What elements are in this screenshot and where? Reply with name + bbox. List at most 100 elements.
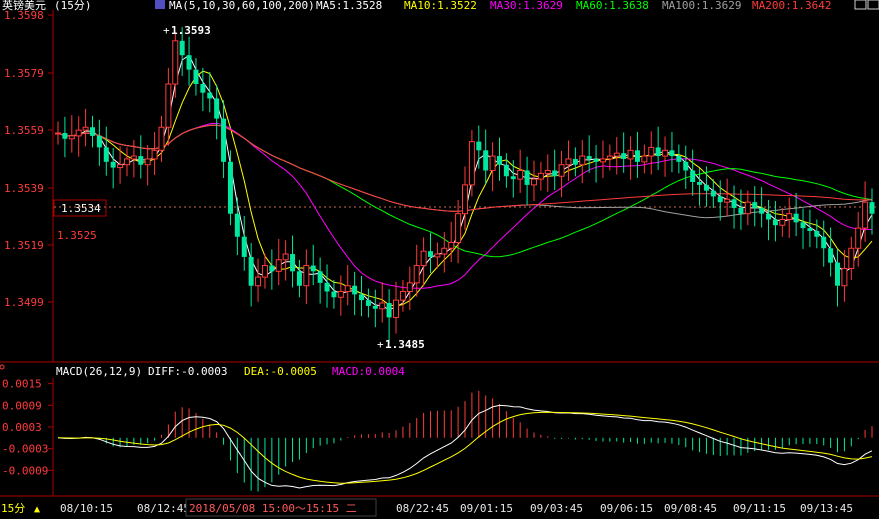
macd-tick-label: 0.0015	[2, 378, 42, 391]
candle-body-up	[455, 213, 462, 244]
candle-body-up	[413, 265, 420, 284]
low-label: 1.3485	[385, 338, 425, 351]
candle-body-down	[869, 202, 875, 214]
candle-body-up	[130, 155, 137, 160]
candle-body-down	[138, 156, 144, 165]
ma-settings-icon[interactable]	[155, 0, 165, 9]
candle-body-down	[690, 170, 696, 182]
window-close-icon[interactable]	[867, 0, 879, 10]
current-price-box: 1.3534	[53, 199, 107, 217]
macd-tick-label: -0.0009	[2, 464, 48, 477]
ma-value-3: MA60:1.3638	[576, 0, 649, 12]
period-dropdown-icon[interactable]: ▲	[34, 504, 40, 515]
period-button[interactable]: 15分 ▲	[1, 502, 40, 515]
ma-value-4: MA100:1.3629	[662, 0, 741, 12]
cursor-price-label: 1.3525	[57, 229, 97, 242]
candle-body-down	[496, 156, 502, 165]
candle-body-down	[717, 196, 723, 203]
candle-body-down	[103, 147, 109, 162]
candle-body-up	[399, 290, 406, 301]
candle-body-down	[793, 213, 799, 223]
candle-body-up	[75, 129, 82, 137]
period-button-label[interactable]: 15分	[1, 502, 25, 515]
time-label: 09/06:15	[600, 502, 653, 515]
candle-body-down	[828, 248, 834, 263]
period-label[interactable]: (15分)	[54, 0, 92, 12]
candle-body-down	[703, 184, 709, 191]
candle-body-down	[193, 69, 199, 85]
candle-body-down	[752, 202, 758, 208]
candle-body-down	[428, 251, 434, 257]
candle-body-down	[552, 170, 558, 177]
candle-body-down	[186, 55, 192, 70]
macd-value: MACD:0.0004	[332, 365, 405, 378]
candle-body-down	[835, 262, 841, 286]
macd-tick-label: 0.0009	[2, 399, 42, 412]
candle-body-up	[68, 135, 75, 140]
candle-body-up	[434, 253, 441, 258]
candle-body-up	[606, 155, 613, 160]
macd-plot	[57, 390, 873, 492]
candle-body-down	[483, 150, 489, 171]
candle-body-down	[214, 98, 220, 119]
ma-value-1: MA10:1.3522	[404, 0, 477, 12]
candle-body-up	[662, 149, 669, 157]
candle-body-up	[530, 178, 537, 186]
candle-body-up	[55, 132, 61, 135]
candle-body-up	[123, 158, 130, 166]
time-label: 08/10:15	[60, 502, 113, 515]
candle-body-down	[821, 236, 827, 249]
ma-value-5: MA200:1.3642	[752, 0, 831, 12]
candle-body-down	[593, 158, 599, 162]
candle-body-down	[772, 219, 778, 226]
macd-axis: 0.0015 0.0009 0.0003 -0.0003 -0.0009	[2, 378, 54, 495]
candle-body-down	[324, 282, 330, 292]
low-marker: +	[377, 338, 384, 351]
candle-body-up	[151, 149, 158, 160]
candle-body-down	[738, 207, 744, 214]
candle-body-down	[524, 170, 530, 185]
candle-body-down	[800, 222, 806, 229]
ma-value-2: MA30:1.3629	[490, 0, 563, 12]
macd-header: MACD(26,12,9) DIFF:-0.0003 DEA:-0.0005 M…	[56, 365, 405, 378]
candle-body-down	[621, 153, 627, 159]
candle-body-down	[586, 156, 592, 159]
candle-body-up	[862, 201, 869, 229]
candle-body-down	[697, 182, 703, 185]
ma-value-0: MA5:1.3528	[316, 0, 382, 12]
price-tick-label: 1.3539	[4, 182, 44, 195]
candle-body-up	[599, 158, 606, 163]
candle-body-up	[855, 227, 862, 249]
chart-header: 英镑美元 (15分) MA(5,10,30,60,100,200) MA5:1.…	[2, 0, 879, 12]
candle-body-up	[165, 83, 172, 128]
time-label: 09/08:45	[664, 502, 717, 515]
candle-body-down	[766, 213, 772, 220]
price-tick-label: 1.3579	[4, 67, 44, 80]
candle-body-down	[317, 271, 323, 283]
candle-body-down	[683, 161, 689, 171]
candle-body-up	[786, 213, 793, 220]
price-axis: 1.3598 1.3579 1.3559 1.3539 1.3519 1.3499 1.3…	[4, 9, 107, 362]
price-tick-label: 1.3598	[4, 9, 44, 22]
macd-tick-label: -0.0003	[2, 443, 48, 456]
candle-body-up	[172, 40, 179, 85]
candle-body-down	[200, 84, 206, 93]
candle-body-up	[565, 158, 572, 166]
candle-body-up	[544, 169, 551, 174]
candle-body-down	[89, 127, 95, 136]
high-marker: +	[163, 24, 170, 37]
time-label: 09/11:15	[733, 502, 786, 515]
candle-body-down	[62, 133, 68, 139]
macd-dea: DEA:-0.0005	[244, 365, 317, 378]
candle-body-up	[744, 201, 751, 215]
candle-body-down	[290, 254, 296, 272]
time-labels: 08/10:15 08/12:45 2018/05/08 15:00～15:15 二…	[60, 498, 853, 517]
price-plot: + 1.3593 + 1.3485	[54, 24, 879, 351]
candle-body-down	[365, 300, 371, 306]
candle-body-up	[462, 184, 468, 215]
candle-body-down	[359, 294, 365, 301]
pane-marker-icon	[0, 364, 5, 370]
current-price-label: 1.3534	[61, 202, 101, 215]
macd-label: MACD(26,12,9)	[56, 365, 142, 378]
window-minimize-icon[interactable]	[854, 0, 867, 10]
